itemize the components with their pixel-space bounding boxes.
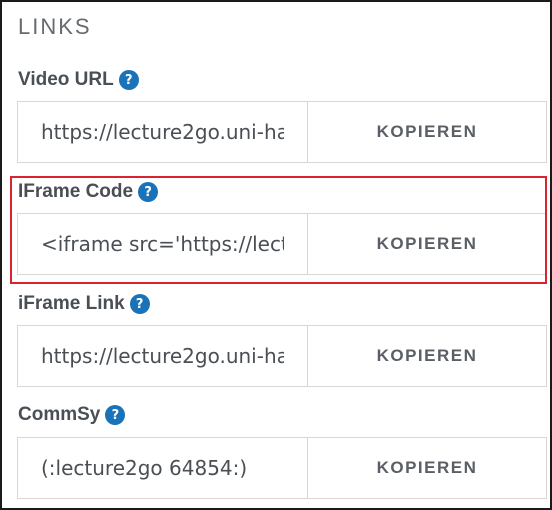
commsy-field[interactable]: (:lecture2go 64854:) — [17, 437, 307, 499]
help-icon[interactable]: ? — [118, 70, 139, 90]
commsy-row: (:lecture2go 64854:) KOPIEREN — [17, 437, 547, 499]
commsy-label: CommSy — [18, 404, 101, 425]
help-icon[interactable]: ? — [138, 182, 159, 202]
help-icon[interactable]: ? — [105, 405, 126, 425]
iframe-link-label: iFrame Link — [18, 293, 125, 314]
copy-iframe-code-button[interactable]: KOPIEREN — [307, 213, 547, 275]
links-panel: LINKS Video URL ? https://lecture2go.uni… — [0, 0, 552, 510]
iframe-link-field[interactable]: https://lecture2go.uni-hamburg.de/lectur… — [17, 325, 307, 387]
iframe-code-row: <iframe src='https://lecture2go.uni-hamb… — [17, 213, 547, 275]
iframe-link-label-row: iFrame Link ? — [18, 293, 150, 315]
iframe-link-row: https://lecture2go.uni-hamburg.de/lectur… — [17, 325, 547, 387]
copy-iframe-link-button[interactable]: KOPIEREN — [307, 325, 547, 387]
iframe-code-label-row: IFrame Code ? — [18, 181, 159, 203]
section-title: LINKS — [18, 14, 92, 39]
copy-video-url-button[interactable]: KOPIEREN — [307, 101, 547, 163]
video-url-field[interactable]: https://lecture2go.uni-hamburg.de/l2go/-… — [17, 101, 307, 163]
commsy-label-row: CommSy ? — [18, 404, 126, 426]
iframe-code-field[interactable]: <iframe src='https://lecture2go.uni-hamb… — [17, 213, 307, 275]
help-icon[interactable]: ? — [129, 294, 150, 314]
video-url-row: https://lecture2go.uni-hamburg.de/l2go/-… — [17, 101, 547, 163]
video-url-label: Video URL — [18, 69, 114, 90]
iframe-code-label: IFrame Code — [18, 181, 134, 202]
copy-commsy-button[interactable]: KOPIEREN — [307, 437, 547, 499]
video-url-label-row: Video URL ? — [18, 69, 139, 91]
